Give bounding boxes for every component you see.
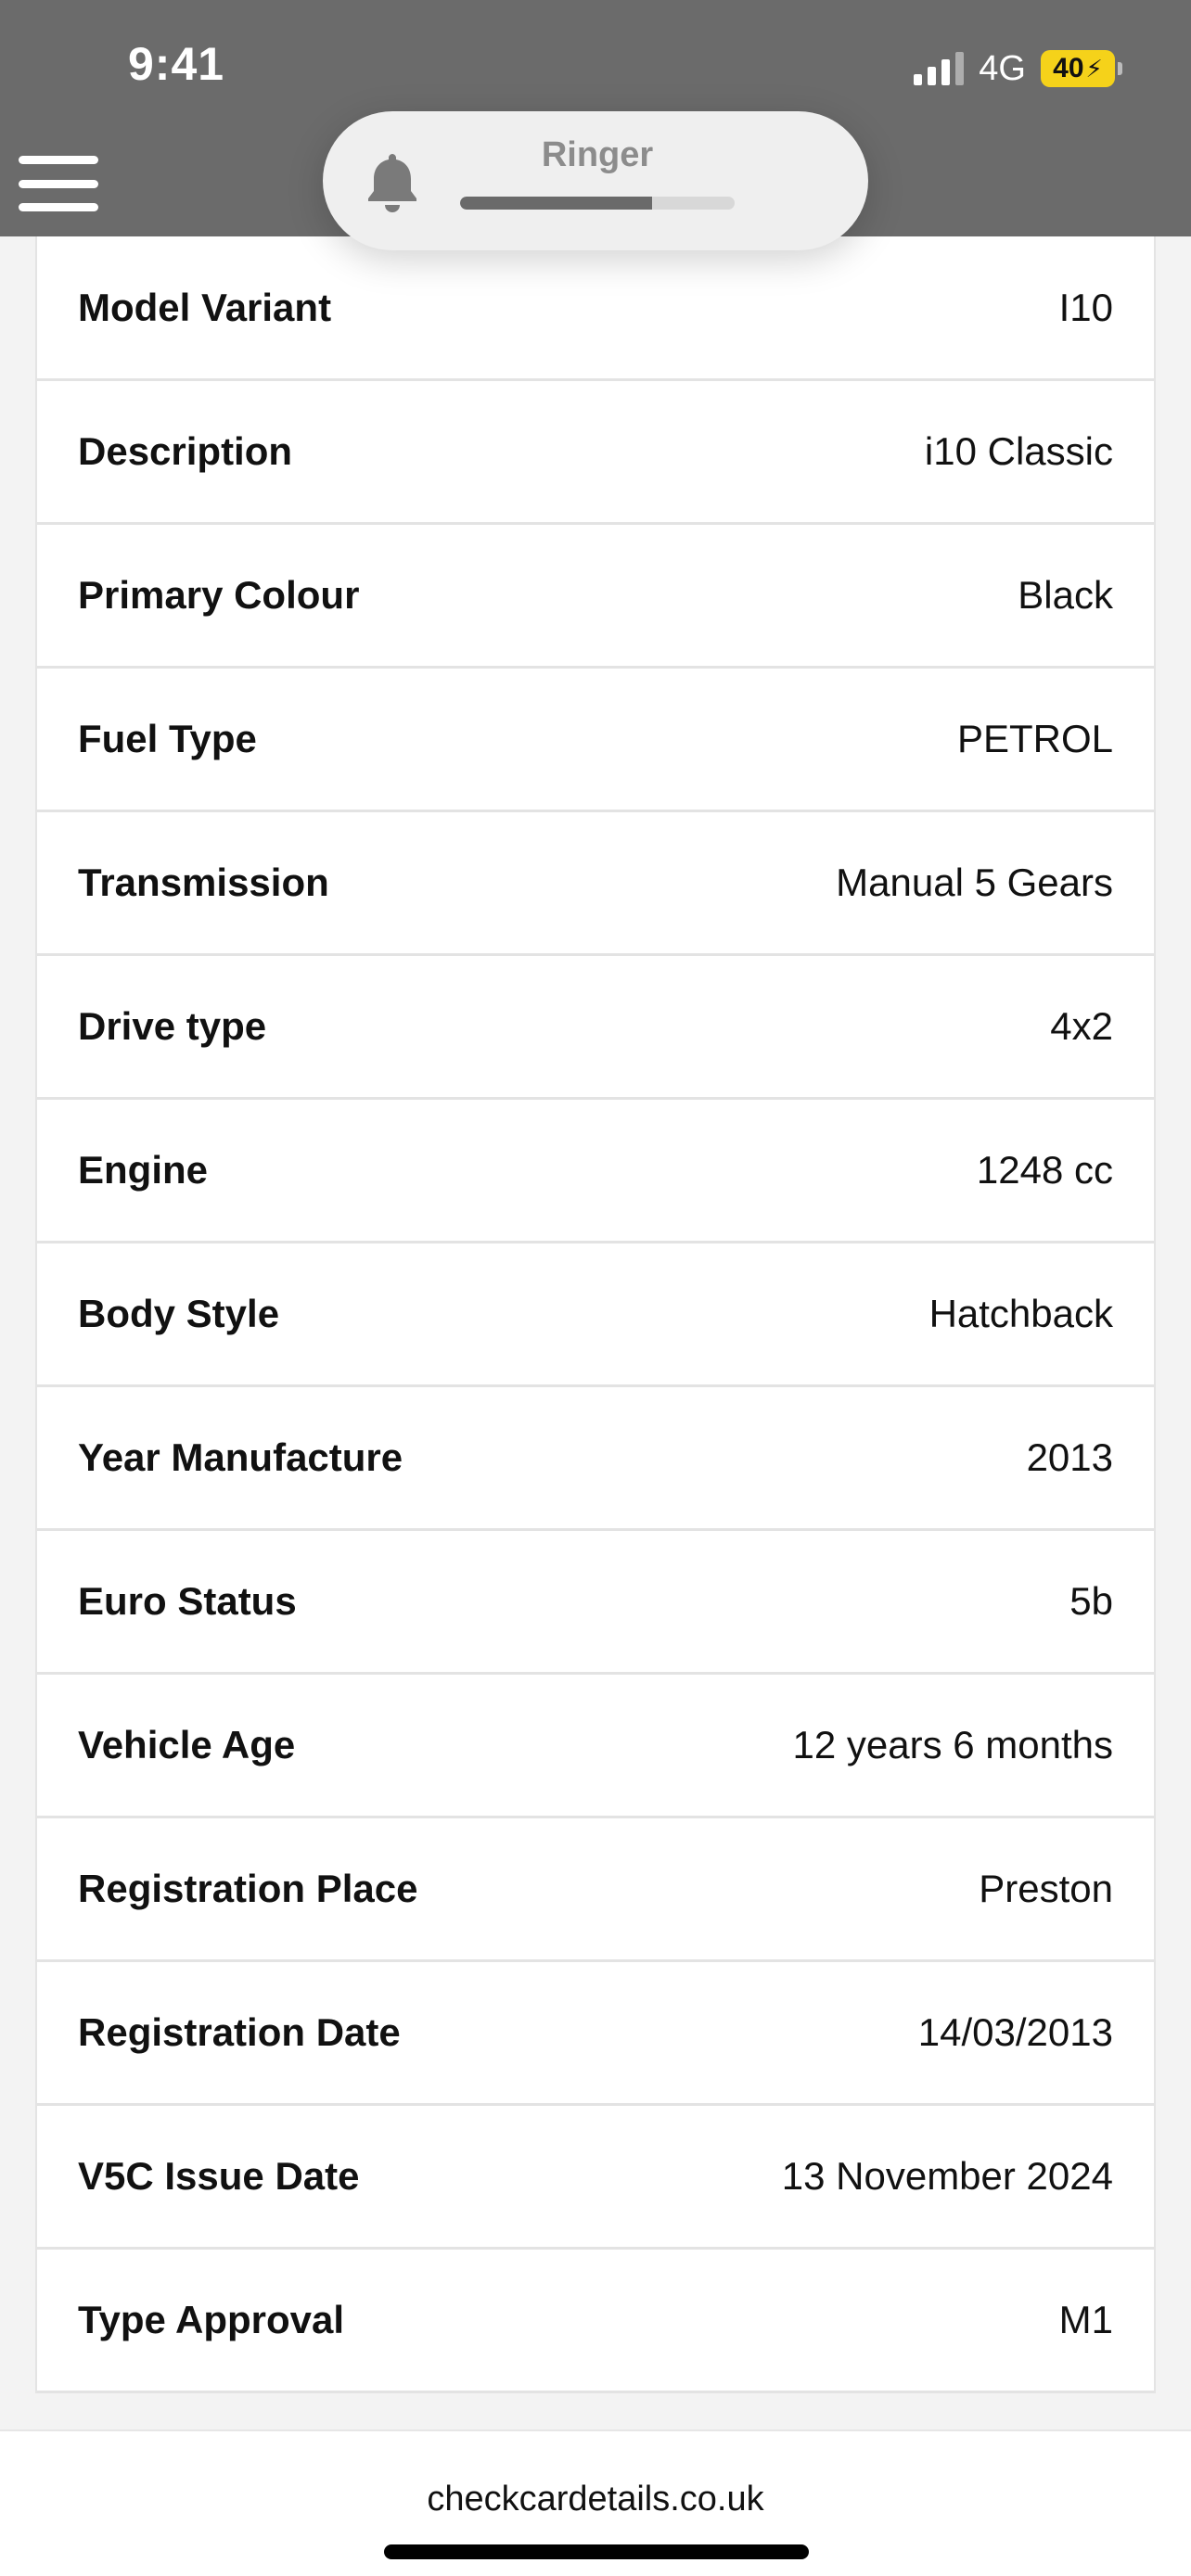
table-row: Type Approval M1 bbox=[37, 2250, 1154, 2393]
row-label: Drive type bbox=[78, 1004, 267, 1048]
ringer-hud: Ringer bbox=[323, 111, 868, 250]
table-row: Euro Status 5b bbox=[37, 1531, 1154, 1675]
ringer-volume-bar[interactable] bbox=[460, 197, 735, 210]
row-label: Euro Status bbox=[78, 1579, 297, 1623]
table-row: Vehicle Age 12 years 6 months bbox=[37, 1675, 1154, 1818]
row-label: Type Approval bbox=[78, 2298, 345, 2341]
screen: 9:41 4G 40 ⚡︎ Ringer Model Variant I10 D… bbox=[0, 0, 1191, 2576]
row-value: Preston bbox=[979, 1867, 1113, 1910]
row-value: i10 Classic bbox=[924, 429, 1113, 473]
row-label: Registration Date bbox=[78, 2010, 401, 2054]
row-label: Body Style bbox=[78, 1292, 280, 1335]
row-value: 4x2 bbox=[1050, 1004, 1113, 1048]
hamburger-menu-icon[interactable] bbox=[19, 156, 98, 211]
table-row: Drive type 4x2 bbox=[37, 956, 1154, 1100]
row-value: Hatchback bbox=[928, 1292, 1113, 1335]
row-label: Model Variant bbox=[78, 285, 332, 329]
row-value: 1248 cc bbox=[976, 1148, 1113, 1192]
url-bar[interactable]: checkcardetails.co.uk bbox=[0, 2480, 1191, 2519]
row-value: 13 November 2024 bbox=[781, 2154, 1113, 2198]
row-value: Black bbox=[1018, 573, 1113, 617]
table-row: V5C Issue Date 13 November 2024 bbox=[37, 2106, 1154, 2250]
browser-bottom-bar: checkcardetails.co.uk bbox=[0, 2429, 1191, 2576]
row-label: Transmission bbox=[78, 861, 329, 904]
status-time: 9:41 bbox=[128, 38, 225, 90]
row-label: Vehicle Age bbox=[78, 1723, 296, 1766]
battery-level: 40 bbox=[1053, 53, 1084, 83]
table-row: Body Style Hatchback bbox=[37, 1243, 1154, 1387]
row-value: PETROL bbox=[956, 717, 1113, 760]
table-row: Description i10 Classic bbox=[37, 381, 1154, 525]
row-label: Year Manufacture bbox=[78, 1435, 403, 1479]
cellular-signal-icon bbox=[914, 52, 965, 85]
row-value: 2013 bbox=[1026, 1435, 1113, 1479]
row-value: I10 bbox=[1058, 285, 1113, 329]
row-value: 5b bbox=[1069, 1579, 1113, 1623]
table-row: Engine 1248 cc bbox=[37, 1100, 1154, 1243]
row-value: 14/03/2013 bbox=[917, 2010, 1113, 2054]
table-row: Transmission Manual 5 Gears bbox=[37, 812, 1154, 956]
vehicle-details-table: Model Variant I10 Description i10 Classic Pr… bbox=[35, 236, 1156, 2393]
ringer-volume-fill bbox=[460, 197, 653, 210]
bell-icon bbox=[368, 154, 416, 212]
table-row: Primary Colour Black bbox=[37, 525, 1154, 669]
status-indicators: 4G 40 ⚡︎ bbox=[914, 46, 1122, 91]
battery-icon: 40 ⚡︎ bbox=[1041, 50, 1122, 87]
table-row: Fuel Type PETROL bbox=[37, 669, 1154, 812]
row-value: 12 years 6 months bbox=[792, 1723, 1113, 1766]
table-row: Registration Place Preston bbox=[37, 1818, 1154, 1962]
row-label: Registration Place bbox=[78, 1867, 418, 1910]
row-label: Primary Colour bbox=[78, 573, 360, 617]
row-label: Description bbox=[78, 429, 293, 473]
row-value: M1 bbox=[1058, 2298, 1113, 2341]
bolt-icon: ⚡︎ bbox=[1085, 54, 1103, 83]
table-row: Model Variant I10 bbox=[37, 236, 1154, 381]
network-type: 4G bbox=[979, 48, 1026, 88]
table-row: Registration Date 14/03/2013 bbox=[37, 1962, 1154, 2106]
row-value: Manual 5 Gears bbox=[836, 861, 1113, 904]
row-label: Fuel Type bbox=[78, 717, 257, 760]
row-label: Engine bbox=[78, 1148, 209, 1192]
row-label: V5C Issue Date bbox=[78, 2154, 360, 2198]
ringer-label: Ringer bbox=[541, 135, 654, 174]
table-row: Year Manufacture 2013 bbox=[37, 1387, 1154, 1531]
home-indicator[interactable] bbox=[384, 2544, 809, 2559]
